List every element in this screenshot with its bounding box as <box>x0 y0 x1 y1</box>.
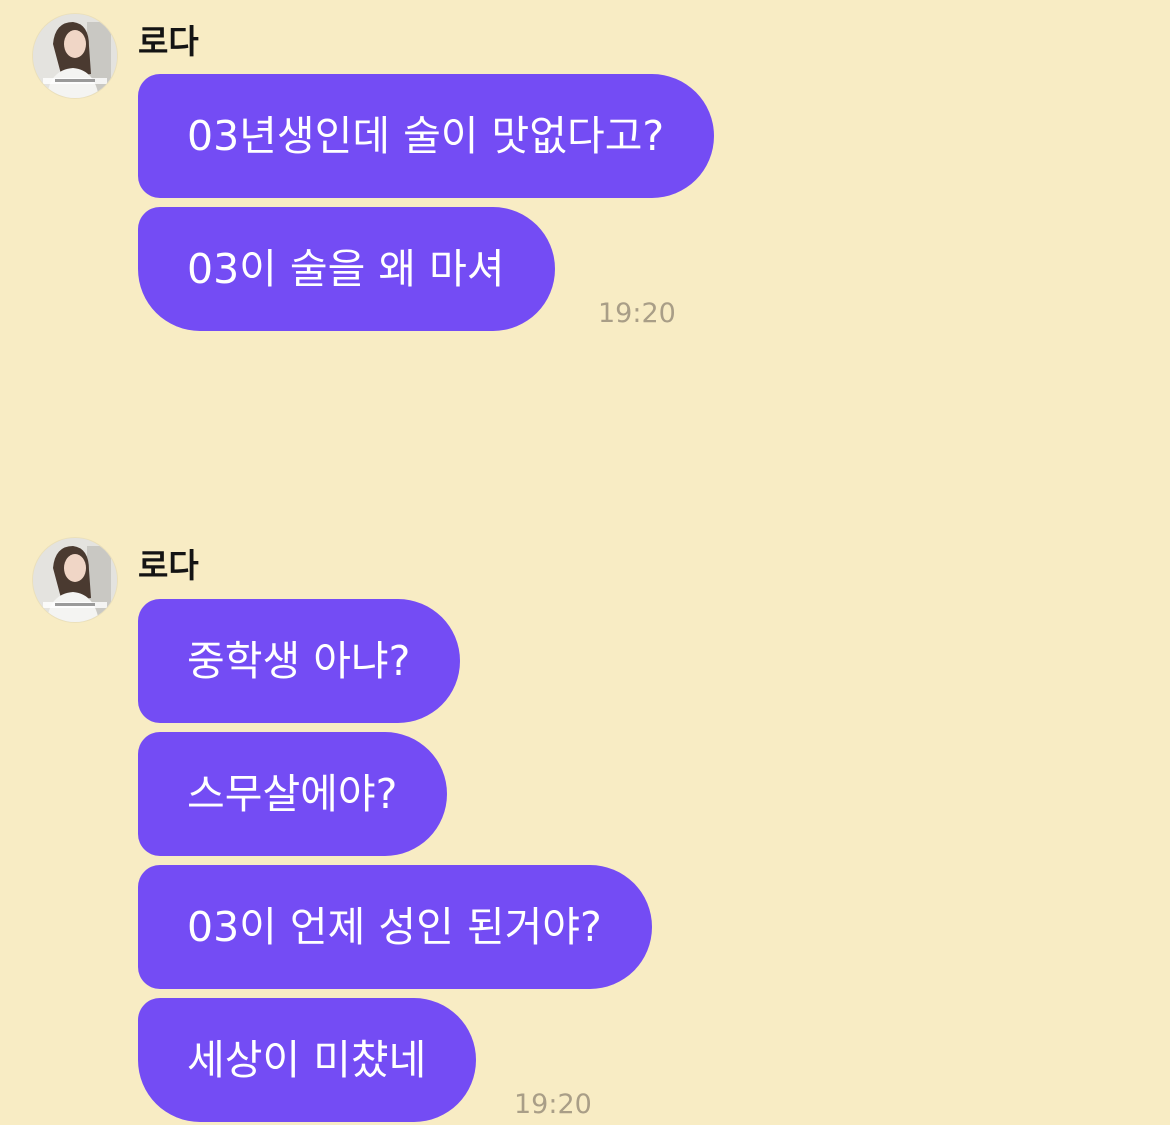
message-bubble[interactable]: 03이 언제 성인 된거야? <box>138 865 652 989</box>
message-timestamp: 19:20 <box>514 1089 592 1120</box>
message-bubble[interactable]: 중학생 아냐? <box>138 599 461 723</box>
sender-name: 로다 <box>138 546 199 585</box>
sender-name: 로다 <box>138 22 199 61</box>
message-bubble[interactable]: 03이 술을 왜 마셔 <box>138 207 555 331</box>
message-bubble[interactable]: 03년생인데 술이 맛없다고? <box>138 74 715 198</box>
message-bubble[interactable]: 세상이 미챴네 <box>138 998 477 1122</box>
avatar[interactable] <box>33 538 117 622</box>
chat-room[interactable]: 로다 03년생인데 술이 맛없다고? 03이 술을 왜 마셔 19:20 로다 … <box>0 0 1170 1125</box>
message-bubble[interactable]: 스무살에야? <box>138 732 448 856</box>
profile-photo-icon <box>33 14 117 98</box>
message-timestamp: 19:20 <box>598 298 676 329</box>
avatar[interactable] <box>33 14 117 98</box>
profile-photo-icon <box>33 538 117 622</box>
